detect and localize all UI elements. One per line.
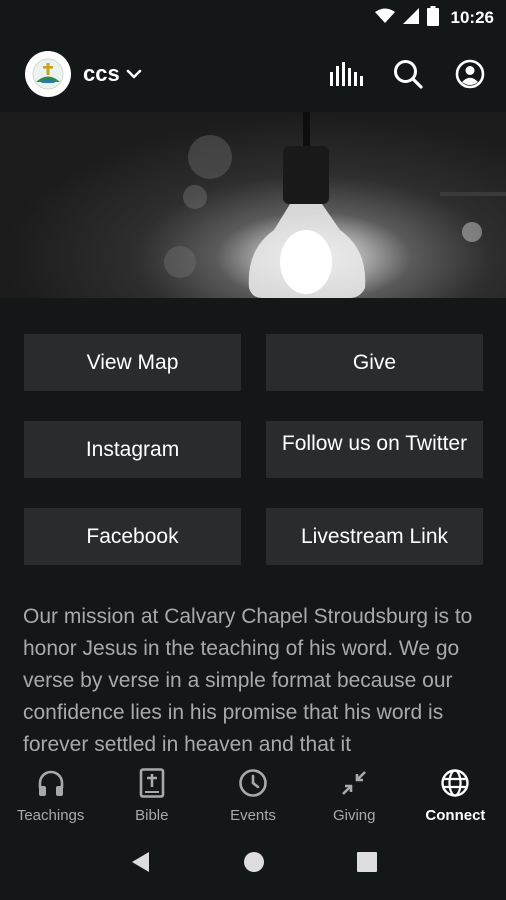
tab-label: Events	[230, 807, 276, 824]
give-button[interactable]: Give	[266, 334, 483, 391]
home-icon[interactable]	[243, 851, 265, 878]
tab-bible[interactable]: Bible	[101, 758, 202, 828]
tab-teachings[interactable]: Teachings	[0, 758, 101, 828]
church-logo[interactable]	[25, 51, 71, 97]
link-button-grid: View Map Give Instagram Follow us on Twi…	[24, 334, 483, 565]
tab-events[interactable]: Events	[202, 758, 303, 828]
tab-giving[interactable]: Giving	[304, 758, 405, 828]
audio-bars-icon[interactable]	[326, 54, 366, 94]
tab-label: Connect	[425, 807, 486, 824]
tab-connect[interactable]: Connect	[405, 758, 506, 828]
facebook-button[interactable]: Facebook	[24, 508, 241, 565]
livestream-link-button[interactable]: Livestream Link	[266, 508, 483, 565]
arrows-in-icon	[340, 766, 368, 800]
account-icon[interactable]	[450, 54, 490, 94]
clock-icon	[238, 766, 268, 800]
status-bar: 10:26	[0, 0, 506, 36]
app-bar: ccs	[0, 36, 506, 112]
search-icon[interactable]	[388, 54, 428, 94]
bible-icon	[139, 766, 165, 800]
org-name[interactable]: ccs	[83, 61, 120, 87]
hero-banner-image	[0, 112, 506, 298]
tab-label: Giving	[332, 807, 376, 824]
headphones-icon	[36, 766, 66, 800]
battery-icon	[426, 5, 439, 31]
recents-icon[interactable]	[357, 851, 377, 877]
back-icon[interactable]	[129, 850, 151, 879]
tab-label: Teachings	[16, 807, 85, 824]
bottom-tab-bar: Teachings Bible Events Giving Connect	[0, 758, 506, 828]
instagram-button[interactable]: Instagram	[24, 421, 241, 478]
mission-statement: Our mission at Calvary Chapel Stroudsbur…	[23, 605, 473, 756]
status-time: 10:26	[450, 8, 494, 27]
twitter-button[interactable]: Follow us on Twitter	[266, 421, 483, 478]
system-nav-bar	[0, 828, 506, 900]
tab-label: Bible	[135, 807, 169, 824]
signal-icon	[402, 7, 419, 29]
view-map-button[interactable]: View Map	[24, 334, 241, 391]
globe-icon	[440, 766, 470, 800]
chevron-down-icon[interactable]	[126, 66, 142, 84]
wifi-icon	[374, 8, 395, 29]
